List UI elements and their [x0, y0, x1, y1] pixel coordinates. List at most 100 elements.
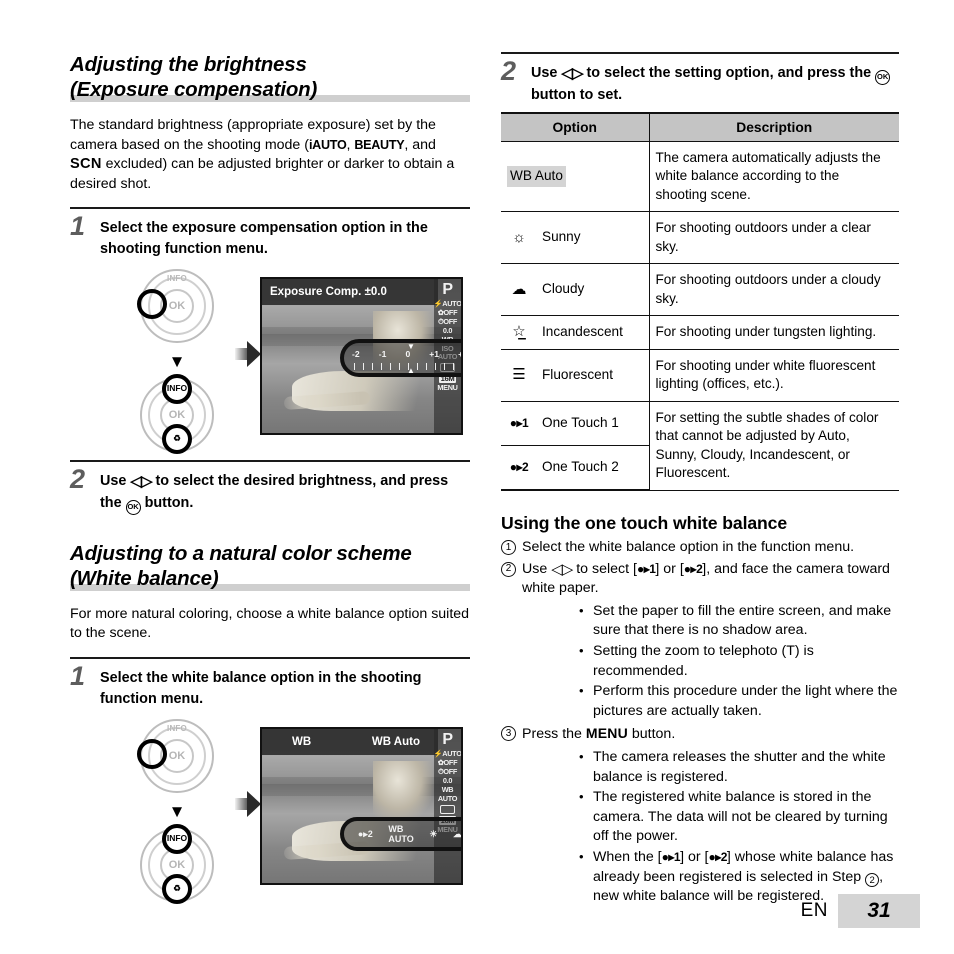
- step-text-after: button.: [144, 494, 194, 511]
- table-row: ☆̲ Incandescent For shooting under tungs…: [501, 315, 899, 350]
- mode-scn-glyph: SCN: [70, 156, 102, 173]
- white-balance-icon: WB: [441, 785, 454, 795]
- exposure-comp-icon: 0.0: [442, 326, 453, 336]
- one-touch-2-icon: ●▸2: [683, 561, 703, 576]
- one-touch-procedure-list-step3: 3 Press the MENU button.: [501, 724, 899, 745]
- one-touch-2-icon: ●▸2: [509, 460, 529, 475]
- lcd-status-sidebar: P ⚡AUTO ✿OFF ⏱OFF 0.0 WB AUTO 16M MENU: [433, 729, 462, 884]
- bullet-item: Set the paper to fill the entire screen,…: [579, 601, 899, 641]
- text-a: Use: [522, 560, 548, 577]
- arrow-pad-dial-top: INFO OK: [137, 269, 214, 344]
- text-c: ] or [: [655, 560, 684, 577]
- exposure-comp-icon: 0.0: [442, 776, 453, 786]
- description-cell-merged: For setting the subtle shades of color t…: [649, 401, 899, 491]
- step-text-after: button to set.: [531, 87, 623, 103]
- section-heading-white-balance: Adjusting to a natural color scheme (Whi…: [70, 541, 470, 591]
- intro-paragraph-white-balance: For more natural coloring, choose a whit…: [70, 605, 470, 642]
- one-touch-1-icon: ●▸1: [636, 561, 656, 576]
- heading-line-1: Adjusting the brightness: [70, 53, 307, 76]
- wb-auto-icon: WB AUTO: [388, 824, 414, 845]
- list-item: 1 Select the white balance option in the…: [501, 538, 899, 558]
- lcd-title-bar: WB WB Auto: [262, 729, 438, 756]
- option-cell: ☁ Cloudy: [501, 263, 650, 316]
- dial-info-label: INFO: [167, 274, 187, 284]
- shooting-mode-indicator: P: [442, 731, 453, 749]
- step-text: Select the exposure compensation option …: [100, 220, 428, 257]
- option-label: WB Auto: [507, 166, 566, 187]
- text-a: When the [: [593, 848, 662, 865]
- one-touch-2-icon: ●▸2: [708, 849, 727, 864]
- option-label: Sunny: [542, 229, 581, 245]
- option-cell: ●▸2 One Touch 2: [501, 445, 650, 491]
- step-divider-3: [70, 657, 470, 660]
- description-cell: The camera automatically adjusts the whi…: [649, 141, 899, 212]
- scale-label: 0: [405, 349, 411, 360]
- mode-iauto-glyph: iAUTO: [308, 137, 347, 152]
- page-footer: EN 31: [801, 894, 920, 928]
- step-number: 2: [501, 56, 517, 86]
- highlight-left-key-icon: [137, 739, 167, 770]
- menu-icon: MENU: [437, 383, 458, 393]
- self-timer-off-icon: ⏱OFF: [437, 767, 458, 777]
- scale-label: -1: [378, 349, 387, 360]
- lcd-title-bar: Exposure Comp. ±0.0: [262, 279, 438, 306]
- option-label: Fluorescent: [542, 366, 614, 382]
- mode-beauty-glyph: BEAUTY: [354, 137, 405, 152]
- white-balance-option-strip: ●▸2 WB AUTO ☀ ☁: [350, 824, 461, 845]
- arrow-pad-dial-top: INFO OK: [137, 719, 214, 794]
- bullet-item: Setting the zoom to telephoto (T) is rec…: [579, 641, 899, 681]
- page-number: 31: [838, 894, 920, 928]
- bullet-item: The registered white balance is stored i…: [579, 787, 899, 847]
- option-label: One Touch 1: [542, 414, 619, 430]
- step-2-exposure: 2 Use ◁▷ to select the desired brightnes…: [70, 464, 470, 515]
- highlight-delete-key-icon: ♻: [162, 874, 192, 905]
- bullet-item: The camera releases the shutter and the …: [579, 747, 899, 787]
- table-row: ☰ Fluorescent For shooting under white f…: [501, 349, 899, 402]
- step-divider-1: [70, 207, 470, 210]
- step-text: Use ◁▷ to select the setting option, and…: [531, 61, 899, 106]
- arrow-pad-dial-bottom: OK INFO ♻: [140, 824, 214, 905]
- step-2-white-balance: 2 Use ◁▷ to select the setting option, a…: [501, 56, 899, 106]
- right-column: 2 Use ◁▷ to select the setting option, a…: [501, 52, 899, 910]
- sunny-icon: ☼: [512, 228, 526, 246]
- exposure-scale-highlight: ▼ -2 -1 0 +1 +2 ▲: [340, 339, 463, 378]
- one-touch-2-icon: ●▸2: [357, 828, 373, 839]
- text-b: to select [: [576, 560, 637, 577]
- column-header-option: Option: [501, 111, 650, 142]
- dial-sequence-exposure: INFO OK ▼ OK INFO ♻: [137, 269, 214, 455]
- scale-label: +1: [429, 349, 440, 360]
- flash-auto-icon: ⚡AUTO: [433, 299, 462, 309]
- description-cell: For shooting under white fluorescent lig…: [649, 349, 899, 402]
- language-label: EN: [800, 900, 828, 921]
- option-cell: ☰ Fluorescent: [501, 349, 650, 402]
- arrow-pad-dial-bottom: OK INFO ♻: [140, 374, 214, 455]
- bullet-item: Perform this procedure under the light w…: [579, 681, 899, 721]
- bullet-list-step2: Set the paper to fill the entire screen,…: [501, 601, 899, 722]
- scale-caret-down-icon: ▲: [407, 366, 415, 376]
- flow-down-arrow-icon: ▼: [168, 802, 186, 822]
- fluorescent-icon: ☰: [512, 366, 526, 383]
- one-touch-1-icon: ●▸1: [509, 416, 529, 431]
- step-1-white-balance: 1 Select the white balance option in the…: [70, 663, 470, 709]
- text-a: Press the: [522, 726, 582, 743]
- list-item-text: Select the white balance option in the f…: [522, 539, 855, 555]
- step-number: 2: [70, 464, 86, 495]
- lcd-screen-exposure: Exposure Comp. ±0.0 P ⚡AUTO ✿OFF ⏱OFF 0.…: [260, 277, 463, 436]
- info-key-label: INFO: [166, 383, 188, 394]
- dial-sequence-white-balance: INFO OK ▼ OK INFO ♻: [137, 719, 214, 905]
- illustration-exposure: INFO OK ▼ OK INFO ♻ Exposure Comp. ±0.0 …: [70, 269, 470, 455]
- ok-button-icon: OK: [125, 499, 141, 515]
- step-divider-2: [70, 460, 470, 463]
- scale-label: +2: [458, 349, 463, 360]
- white-balance-strip-highlight: ●▸2 WB AUTO ☀ ☁: [340, 817, 461, 852]
- list-item-text: Use ◁▷ to select [●▸1] or [●▸2], and fac…: [522, 560, 899, 599]
- table-row: ☁ Cloudy For shooting outdoors under a c…: [501, 263, 899, 316]
- option-label: Cloudy: [542, 281, 585, 297]
- option-label: One Touch 2: [542, 459, 619, 475]
- table-row: ●▸1 One Touch 1 For setting the subtle s…: [501, 401, 899, 491]
- heading-line-2: (White balance): [70, 566, 219, 590]
- flash-auto-icon: ⚡AUTO: [433, 749, 462, 759]
- one-touch-procedure-list: 1 Select the white balance option in the…: [501, 538, 899, 599]
- step-1-exposure: 1 Select the exposure compensation optio…: [70, 213, 470, 259]
- text-b: button.: [631, 726, 676, 743]
